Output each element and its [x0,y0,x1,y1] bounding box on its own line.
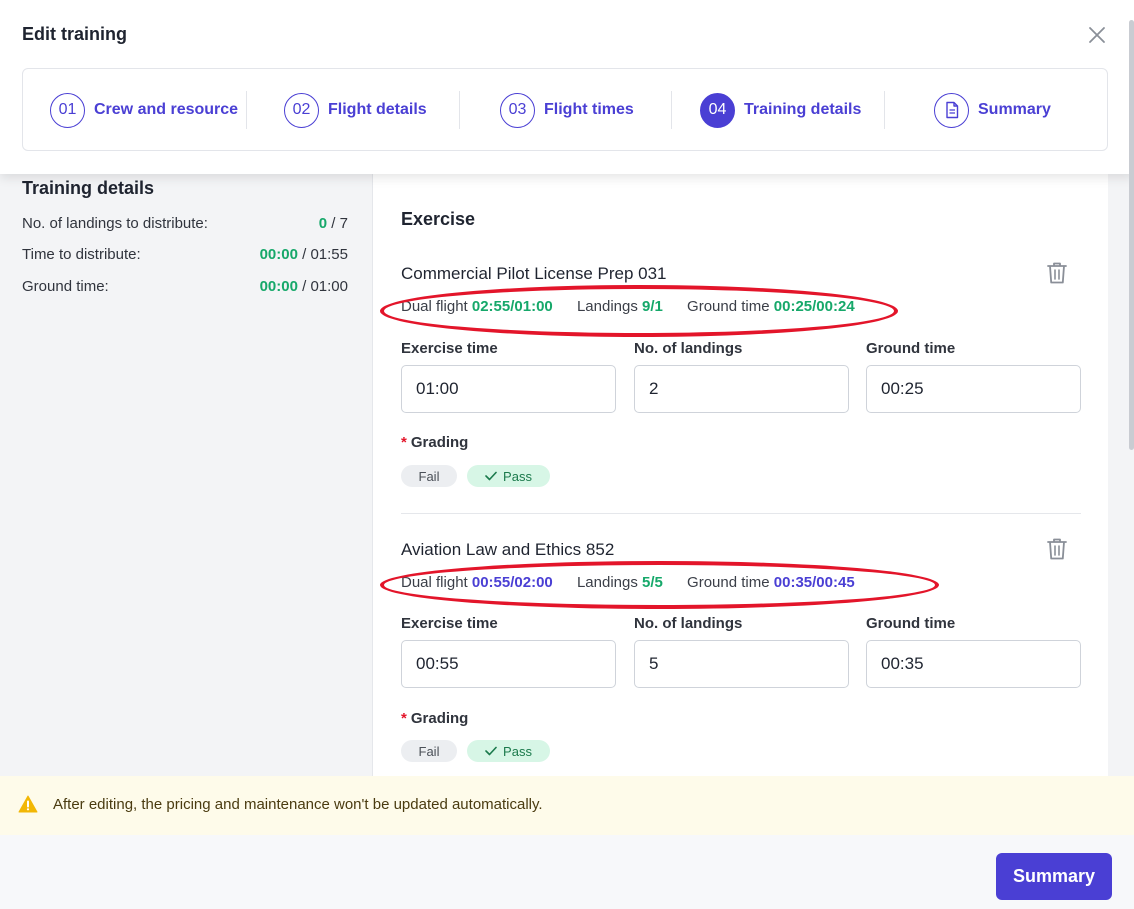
check-icon [485,471,497,481]
row-total: / 01:55 [297,246,348,263]
step-number: 03 [500,92,535,128]
step-crew-and-resource[interactable]: 01 Crew and resource [50,92,238,128]
row-label: Ground time: [22,278,109,295]
landings-value: 5/5 [642,574,663,591]
step-label: Flight details [328,101,427,118]
grading-pass-chip[interactable]: Pass [467,740,550,762]
row-label: Time to distribute: [22,246,141,263]
chip-label: Pass [503,743,532,759]
step-training-details[interactable]: 04 Training details [700,92,861,128]
exercise-panel[interactable]: Exercise Commercial Pilot License Prep 0… [374,174,1108,776]
ground-time-row: Ground time: 00:00 / 01:00 [22,278,348,295]
sidebar-title: Training details [22,178,155,198]
step-label: Crew and resource [94,101,239,118]
chip-label: Fail [418,468,440,484]
stat-label: Ground time [687,574,770,591]
ground-time-value: 00:35/00:45 [773,574,855,591]
exercise-time-input[interactable] [401,640,616,688]
chip-label: Fail [418,743,440,759]
row-label: No. of landings to distribute: [22,215,208,232]
step-flight-details[interactable]: 02 Flight details [284,92,427,128]
row-total: / 7 [327,215,348,232]
step-number: 01 [50,92,85,128]
time-to-distribute-row: Time to distribute: 00:00 / 01:55 [22,246,348,263]
stat-label: Dual flight [401,574,468,591]
step-label: Summary [978,101,1051,118]
ground-time-input[interactable] [866,640,1081,688]
close-icon [1089,27,1105,43]
stat-label: Ground time [687,298,770,315]
delete-exercise-button[interactable] [1046,537,1068,561]
modal-header: Edit training 01 Crew and resource 02 Fl… [0,0,1134,174]
scrollbar-thumb[interactable] [1129,20,1134,450]
landings-label: No. of landings [634,340,743,357]
document-icon [934,92,969,128]
step-divider [246,91,247,129]
ground-time-value: 00:25/00:24 [773,298,855,315]
step-number: 04 [700,92,735,128]
step-divider [884,91,885,129]
step-flight-times[interactable]: 03 Flight times [500,92,634,128]
stepper: 01 Crew and resource 02 Flight details 0… [22,68,1108,151]
grading-label-text: Grading [410,434,469,451]
warning-banner: After editing, the pricing and maintenan… [0,776,1134,835]
step-label: Flight times [544,101,634,118]
landings-input[interactable] [634,640,849,688]
ground-time-label: Ground time [866,615,956,632]
check-icon [485,746,497,756]
landings-value: 9/1 [642,298,663,315]
step-summary[interactable]: Summary [934,92,1051,128]
exercise-stats: Dual flight 02:55/01:00 Landings 9/1 Gro… [401,298,875,315]
ground-time-input[interactable] [866,365,1081,413]
grading-label: * Grading [401,710,468,727]
grading-pass-chip[interactable]: Pass [467,465,550,487]
stat-label: Landings [576,574,638,591]
step-divider [671,91,672,129]
step-label: Training details [744,101,862,118]
exercise-divider [401,513,1081,514]
section-title: Exercise [401,209,476,229]
warning-icon [18,795,38,813]
exercise-time-label: Exercise time [401,340,498,357]
exercise-time-input[interactable] [401,365,616,413]
delete-exercise-button[interactable] [1046,261,1068,285]
grading-label-text: Grading [410,710,469,727]
chip-label: Pass [503,468,532,484]
training-summary-sidebar: Training details No. of landings to dist… [0,174,373,776]
exercise-name: Aviation Law and Ethics 852 [401,540,615,559]
row-value: 0 [318,215,328,232]
landings-label: No. of landings [634,615,743,632]
dual-flight-value: 00:55/02:00 [471,574,553,591]
modal-footer: Summary [0,835,1134,909]
grading-label: * Grading [401,434,468,451]
trash-icon [1047,262,1067,284]
required-marker: * [401,710,407,727]
modal-title: Edit training [22,24,127,44]
grading-fail-chip[interactable]: Fail [401,465,457,487]
row-total: / 01:00 [297,278,348,295]
close-button[interactable] [1084,22,1110,48]
required-marker: * [401,434,407,451]
exercise-time-label: Exercise time [401,615,498,632]
ground-time-label: Ground time [866,340,956,357]
trash-icon [1047,538,1067,560]
row-value: 00:00 [259,246,298,263]
stat-label: Landings [576,298,638,315]
grading-fail-chip[interactable]: Fail [401,740,457,762]
exercise-name: Commercial Pilot License Prep 031 [401,264,667,283]
exercise-stats: Dual flight 00:55/02:00 Landings 5/5 Gro… [401,574,875,591]
step-number: 02 [284,92,319,128]
landings-to-distribute-row: No. of landings to distribute: 0 / 7 [22,215,348,232]
stat-label: Dual flight [401,298,468,315]
step-divider [459,91,460,129]
dual-flight-value: 02:55/01:00 [471,298,553,315]
warning-text: After editing, the pricing and maintenan… [53,796,543,813]
row-value: 00:00 [259,278,298,295]
summary-button[interactable]: Summary [996,853,1112,900]
landings-input[interactable] [634,365,849,413]
